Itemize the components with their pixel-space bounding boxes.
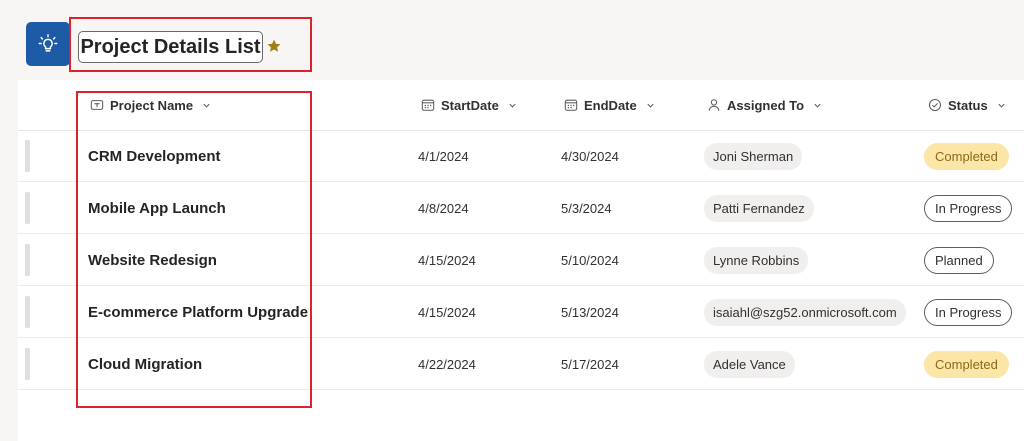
project-name-cell[interactable]: CRM Development [88, 130, 221, 182]
lightbulb-icon [38, 34, 58, 52]
end-date-cell: 4/30/2024 [561, 148, 619, 164]
list-card: Project Name StartDate EndDate Assigned … [18, 80, 1024, 441]
text-field-icon [90, 100, 104, 110]
status-badge: In Progress [924, 298, 1013, 326]
chevron-down-icon [814, 103, 821, 108]
column-label: StartDate [441, 97, 499, 113]
assigned-to-cell: Lynne Robbins [704, 234, 809, 286]
assigned-to-cell: Patti Fernandez [704, 182, 814, 234]
calendar-icon [421, 99, 435, 111]
end-date-cell: 5/13/2024 [561, 304, 619, 320]
person-pill[interactable]: isaiahl@szg52.onmicrosoft.com [704, 298, 906, 326]
end-date-cell: 5/17/2024 [561, 356, 619, 372]
column-header-project-name[interactable]: Project Name [90, 92, 211, 118]
column-header-assigned-to[interactable]: Assigned To [707, 92, 822, 118]
star-icon[interactable] [266, 38, 282, 54]
table-row[interactable]: Mobile App Launch 4/8/2024 5/3/2024 Patt… [18, 182, 1024, 234]
status-cell: Planned [924, 234, 994, 286]
assigned-to-cell: Joni Sherman [704, 130, 803, 182]
project-name-cell[interactable]: Mobile App Launch [88, 182, 226, 234]
status-cell: Completed [924, 130, 1009, 182]
table-row[interactable]: Cloud Migration 4/22/2024 5/17/2024 Adel… [18, 338, 1024, 390]
row-select-handle[interactable] [25, 348, 30, 380]
person-pill[interactable]: Joni Sherman [704, 142, 803, 170]
status-badge: Completed [924, 142, 1009, 170]
person-pill[interactable]: Patti Fernandez [704, 194, 814, 222]
chevron-down-icon [509, 103, 516, 108]
person-icon [708, 99, 720, 111]
column-label: Assigned To [727, 97, 805, 113]
chevron-down-icon [998, 103, 1005, 108]
row-select-handle[interactable] [25, 140, 30, 172]
project-name-cell[interactable]: Cloud Migration [88, 338, 202, 390]
column-label: Status [948, 97, 988, 113]
assigned-to-cell: isaiahl@szg52.onmicrosoft.com [704, 286, 906, 338]
table-row[interactable]: Website Redesign 4/15/2024 5/10/2024 Lyn… [18, 234, 1024, 286]
project-name-cell[interactable]: Website Redesign [88, 234, 217, 286]
person-pill[interactable]: Lynne Robbins [704, 246, 809, 274]
start-date-cell: 4/1/2024 [418, 148, 469, 164]
status-check-icon [928, 98, 942, 112]
end-date-cell: 5/3/2024 [561, 200, 612, 216]
chevron-down-icon [203, 103, 210, 108]
start-date-cell: 4/15/2024 [418, 252, 476, 268]
chevron-down-icon [647, 103, 654, 108]
column-header-enddate[interactable]: EndDate [564, 92, 655, 118]
assigned-to-cell: Adele Vance [704, 338, 795, 390]
column-header-startdate[interactable]: StartDate [421, 92, 517, 118]
row-select-handle[interactable] [25, 296, 30, 328]
table-row[interactable]: E-commerce Platform Upgrade 4/15/2024 5/… [18, 286, 1024, 338]
column-label: Project Name [110, 97, 194, 113]
person-pill[interactable]: Adele Vance [704, 350, 795, 378]
end-date-cell: 5/10/2024 [561, 252, 619, 268]
start-date-cell: 4/22/2024 [418, 356, 476, 372]
app-icon [26, 22, 70, 66]
status-cell: Completed [924, 338, 1009, 390]
project-name-cell[interactable]: E-commerce Platform Upgrade [88, 286, 308, 338]
status-badge: Completed [924, 350, 1009, 378]
calendar-icon [564, 99, 578, 111]
row-select-handle[interactable] [25, 244, 30, 276]
column-label: EndDate [584, 97, 637, 113]
start-date-cell: 4/15/2024 [418, 304, 476, 320]
column-header-status[interactable]: Status [928, 92, 1006, 118]
status-cell: In Progress [924, 286, 1013, 338]
status-cell: In Progress [924, 182, 1013, 234]
table-row[interactable]: CRM Development 4/1/2024 4/30/2024 Joni … [18, 130, 1024, 182]
status-badge: In Progress [924, 194, 1013, 222]
row-select-handle[interactable] [25, 192, 30, 224]
status-badge: Planned [924, 246, 994, 274]
page-title[interactable]: Project Details List [78, 31, 263, 63]
start-date-cell: 4/8/2024 [418, 200, 469, 216]
